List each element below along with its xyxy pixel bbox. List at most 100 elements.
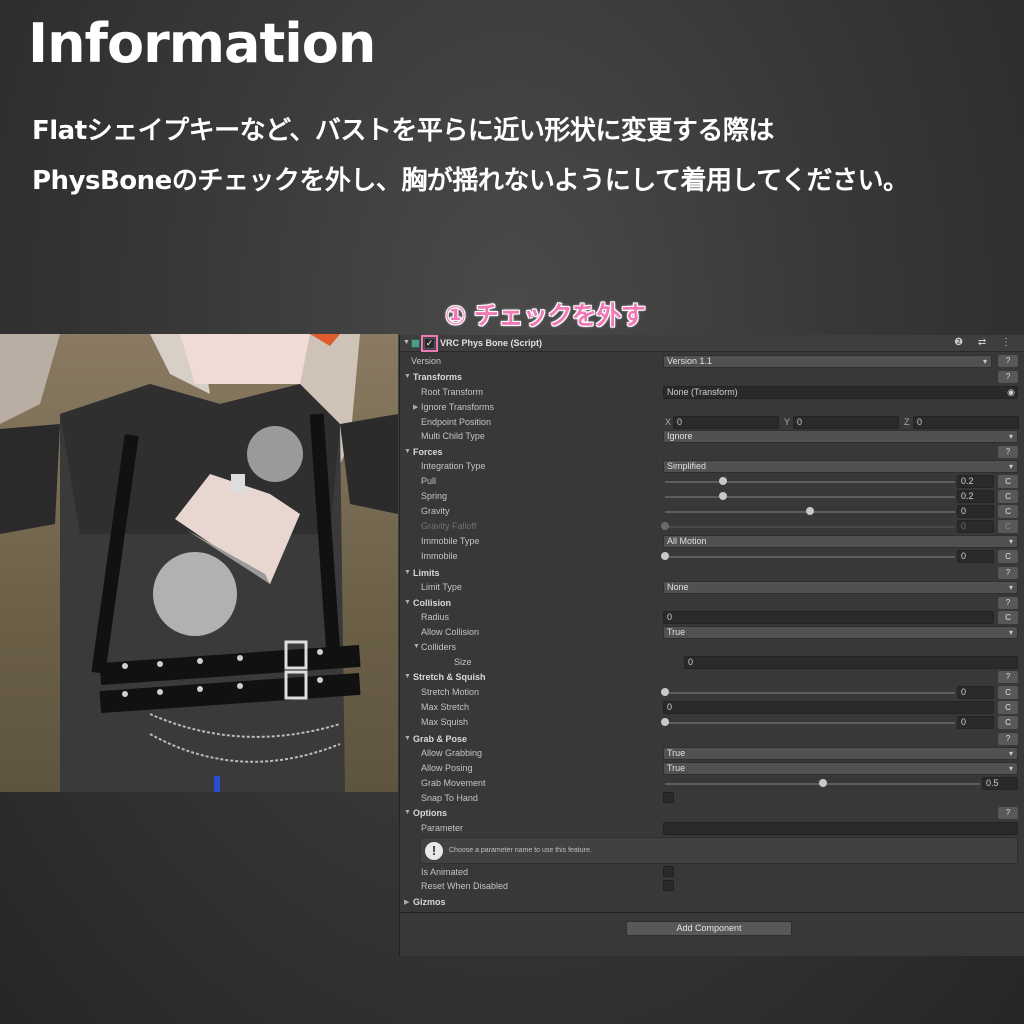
curve-button[interactable]: C bbox=[998, 701, 1018, 714]
section-grab[interactable]: ▼ Grab & Pose ? bbox=[400, 732, 1024, 747]
curve-button[interactable]: C bbox=[998, 505, 1018, 518]
grab-movement-value-field[interactable]: 0.5 bbox=[982, 777, 1018, 790]
inspector-panel: ▼ ✓ VRC Phys Bone (Script) ❷ ⇄ ⋮ Version… bbox=[399, 335, 1024, 956]
help-box: ! Choose a parameter name to use this fe… bbox=[420, 837, 1018, 864]
snap-to-hand-checkbox[interactable] bbox=[663, 792, 674, 803]
stretch-motion-value-field[interactable]: 0 bbox=[957, 686, 994, 699]
radius-field[interactable]: 0 bbox=[663, 611, 994, 624]
collapse-arrow-icon[interactable]: ▼ bbox=[403, 339, 410, 346]
allow-grabbing-dropdown[interactable]: True bbox=[663, 747, 1018, 760]
reset-when-disabled-checkbox[interactable] bbox=[663, 880, 674, 891]
help-button[interactable]: ? bbox=[998, 807, 1018, 819]
help-text: Choose a parameter name to use this feat… bbox=[449, 847, 592, 854]
spring-value-field[interactable]: 0.2 bbox=[957, 490, 994, 503]
immobile-slider-knob[interactable] bbox=[661, 552, 669, 560]
max-squish-slider-track[interactable] bbox=[665, 722, 955, 724]
allow-posing-dropdown[interactable]: True bbox=[663, 762, 1018, 775]
curve-button[interactable]: C bbox=[998, 550, 1018, 563]
max-squish-slider-knob[interactable] bbox=[661, 718, 669, 726]
is-animated-checkbox[interactable] bbox=[663, 866, 674, 877]
info-icon: ! bbox=[425, 842, 443, 860]
curve-button[interactable]: C bbox=[998, 611, 1018, 624]
expand-triangle-icon[interactable]: ▶ bbox=[413, 403, 418, 411]
callout-uncheck: ① チェックを外す bbox=[445, 301, 646, 330]
section-forces[interactable]: ▼ Forces ? bbox=[400, 445, 1024, 460]
section-stretch[interactable]: ▼ Stretch & Squish ? bbox=[400, 670, 1024, 685]
component-header[interactable]: ▼ ✓ VRC Phys Bone (Script) ❷ ⇄ ⋮ bbox=[400, 335, 1024, 352]
allow-collision-dropdown[interactable]: True bbox=[663, 626, 1018, 639]
spring-slider-knob[interactable] bbox=[719, 492, 727, 500]
size-field[interactable]: 0 bbox=[684, 656, 1018, 669]
max-squish-value-field[interactable]: 0 bbox=[957, 716, 994, 729]
version-dropdown[interactable]: Version 1.1 bbox=[663, 355, 992, 368]
help-button[interactable]: ? bbox=[998, 671, 1018, 683]
section-options[interactable]: ▼ Options ? bbox=[400, 806, 1024, 821]
colliders-row[interactable]: ▼ Colliders bbox=[400, 640, 1024, 655]
curve-button[interactable]: C bbox=[998, 716, 1018, 729]
header-icons[interactable]: ❷ ⇄ ⋮ bbox=[954, 337, 1017, 348]
grab-movement-slider-knob[interactable] bbox=[818, 779, 827, 787]
max-stretch-field[interactable]: 0 bbox=[663, 701, 994, 714]
gravity-slider-knob[interactable] bbox=[806, 507, 814, 515]
max-stretch-row: Max Stretch 0 C bbox=[400, 700, 1024, 715]
gravity-value-field[interactable]: 0 bbox=[957, 505, 994, 518]
reset-when-disabled-label: Reset When Disabled bbox=[421, 881, 509, 891]
help-button[interactable]: ? bbox=[998, 371, 1018, 383]
help-button[interactable]: ? bbox=[998, 446, 1018, 458]
avatar-illustration bbox=[0, 334, 398, 792]
spring-slider-track[interactable] bbox=[665, 496, 955, 498]
section-transforms[interactable]: ▼ Transforms ? bbox=[400, 370, 1024, 385]
section-label: Transforms bbox=[413, 372, 463, 382]
multi-child-dropdown[interactable]: Ignore bbox=[663, 430, 1018, 443]
immobile-type-dropdown[interactable]: All Motion bbox=[663, 535, 1018, 548]
immobile-value-field[interactable]: 0 bbox=[957, 550, 994, 563]
max-squish-label: Max Squish bbox=[421, 717, 469, 727]
z-label: Z bbox=[904, 417, 910, 427]
endpoint-z-field[interactable]: 0 bbox=[913, 416, 1019, 429]
add-component-button[interactable]: Add Component bbox=[626, 921, 792, 936]
stretch-motion-slider-knob[interactable] bbox=[661, 688, 669, 696]
curve-button[interactable]: C bbox=[998, 475, 1018, 488]
size-label: Size bbox=[454, 657, 472, 667]
reset-when-disabled-row: Reset When Disabled bbox=[400, 879, 1024, 894]
integration-row: Integration Type Simplified bbox=[400, 459, 1024, 474]
expand-triangle-icon[interactable]: ▼ bbox=[404, 373, 411, 380]
component-enabled-checkbox[interactable]: ✓ bbox=[424, 338, 435, 349]
help-button[interactable]: ? bbox=[998, 733, 1018, 745]
help-button[interactable]: ? bbox=[998, 597, 1018, 609]
section-limits[interactable]: ▼ Limits ? bbox=[400, 566, 1024, 581]
endpoint-x-field[interactable]: 0 bbox=[673, 416, 779, 429]
limit-type-label: Limit Type bbox=[421, 582, 462, 592]
root-transform-field[interactable]: None (Transform) bbox=[663, 386, 1018, 399]
expand-triangle-icon[interactable]: ▼ bbox=[404, 809, 411, 816]
pull-row: Pull 0.2 C bbox=[400, 474, 1024, 489]
help-button[interactable]: ? bbox=[998, 567, 1018, 579]
curve-button[interactable]: C bbox=[998, 490, 1018, 503]
expand-triangle-icon[interactable]: ▼ bbox=[413, 643, 420, 650]
help-button[interactable]: ? bbox=[998, 355, 1018, 367]
section-collision[interactable]: ▼ Collision ? bbox=[400, 596, 1024, 611]
integration-dropdown[interactable]: Simplified bbox=[663, 460, 1018, 473]
expand-triangle-icon[interactable]: ▼ bbox=[404, 448, 411, 455]
curve-button[interactable]: C bbox=[998, 686, 1018, 699]
expand-triangle-icon[interactable]: ▼ bbox=[404, 599, 411, 606]
expand-triangle-icon[interactable]: ▼ bbox=[404, 735, 411, 742]
endpoint-y-field[interactable]: 0 bbox=[793, 416, 899, 429]
stretch-motion-slider-track[interactable] bbox=[665, 692, 955, 694]
pull-value-field[interactable]: 0.2 bbox=[957, 475, 994, 488]
limit-type-dropdown[interactable]: None bbox=[663, 581, 1018, 594]
allow-posing-label: Allow Posing bbox=[421, 763, 473, 773]
expand-triangle-icon[interactable]: ▼ bbox=[404, 569, 411, 576]
ignore-transforms-row[interactable]: ▶ Ignore Transforms bbox=[400, 400, 1024, 415]
object-picker-icon[interactable]: ◉ bbox=[1007, 387, 1015, 398]
expand-triangle-icon[interactable]: ▶ bbox=[404, 898, 409, 906]
section-gizmos[interactable]: ▶ Gizmos bbox=[400, 895, 1024, 910]
pull-slider-knob[interactable] bbox=[719, 477, 727, 485]
pull-slider-track[interactable] bbox=[665, 481, 955, 483]
immobile-slider-track[interactable] bbox=[665, 556, 955, 558]
multi-child-label: Multi Child Type bbox=[421, 431, 485, 441]
section-label: Options bbox=[413, 808, 447, 818]
parameter-field[interactable] bbox=[663, 822, 1018, 835]
max-squish-row: Max Squish 0 C bbox=[400, 715, 1024, 730]
expand-triangle-icon[interactable]: ▼ bbox=[404, 673, 411, 680]
